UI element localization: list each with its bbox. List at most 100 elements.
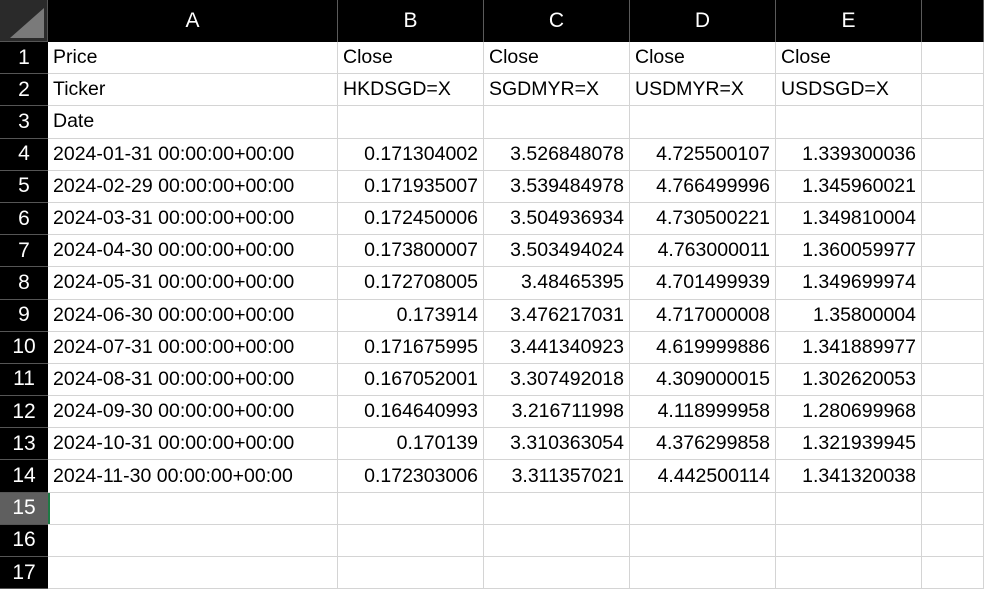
- cell[interactable]: 3.504936934: [484, 202, 630, 236]
- cell[interactable]: Price: [48, 42, 338, 75]
- row-header[interactable]: 14: [0, 460, 48, 493]
- cell[interactable]: 1.280699968: [776, 396, 922, 429]
- row-header[interactable]: 12: [0, 396, 48, 429]
- cell[interactable]: 3.539484978: [484, 170, 630, 203]
- cell[interactable]: [922, 299, 984, 332]
- row-header[interactable]: 7: [0, 235, 48, 268]
- cell[interactable]: 4.118999958: [630, 396, 776, 429]
- cell[interactable]: 1.349810004: [776, 202, 922, 236]
- cell[interactable]: 3.48465395: [484, 267, 630, 300]
- cell[interactable]: 1.321939945: [776, 428, 922, 461]
- cell[interactable]: 2024-02-29 00:00:00+00:00: [48, 170, 338, 203]
- cell[interactable]: 0.171935007: [338, 170, 484, 203]
- cell[interactable]: 0.172708005: [338, 267, 484, 300]
- row-header[interactable]: 10: [0, 331, 48, 364]
- cell[interactable]: 2024-04-30 00:00:00+00:00: [48, 235, 338, 268]
- column-header[interactable]: B: [338, 0, 484, 42]
- row-header[interactable]: 2: [0, 74, 48, 107]
- cell[interactable]: 2024-10-31 00:00:00+00:00: [48, 428, 338, 461]
- cell[interactable]: 3.476217031: [484, 299, 630, 332]
- cell[interactable]: [922, 331, 984, 364]
- cell[interactable]: 3.216711998: [484, 396, 630, 429]
- row-header[interactable]: 6: [0, 202, 48, 236]
- cell[interactable]: 3.307492018: [484, 363, 630, 397]
- cell[interactable]: Close: [630, 42, 776, 75]
- cell[interactable]: 2024-08-31 00:00:00+00:00: [48, 363, 338, 397]
- column-header[interactable]: D: [630, 0, 776, 42]
- column-header[interactable]: E: [776, 0, 922, 42]
- cell[interactable]: USDMYR=X: [630, 74, 776, 107]
- cell[interactable]: [484, 492, 630, 525]
- row-header[interactable]: 8: [0, 267, 48, 300]
- cell[interactable]: [630, 557, 776, 590]
- row-header[interactable]: 4: [0, 138, 48, 171]
- cell[interactable]: 3.311357021: [484, 460, 630, 493]
- cell[interactable]: [922, 74, 984, 107]
- cell[interactable]: [776, 557, 922, 590]
- cell[interactable]: [338, 106, 484, 139]
- row-header[interactable]: 11: [0, 363, 48, 397]
- cell[interactable]: [776, 524, 922, 557]
- cell[interactable]: 0.173914: [338, 299, 484, 332]
- cell[interactable]: [338, 492, 484, 525]
- cell[interactable]: 0.164640993: [338, 396, 484, 429]
- cell[interactable]: 3.441340923: [484, 331, 630, 364]
- row-header[interactable]: 9: [0, 299, 48, 332]
- cell[interactable]: 3.526848078: [484, 138, 630, 171]
- cell[interactable]: [922, 428, 984, 461]
- cell[interactable]: 0.173800007: [338, 235, 484, 268]
- cell[interactable]: 0.170139: [338, 428, 484, 461]
- cell[interactable]: [338, 557, 484, 590]
- row-header[interactable]: 15: [0, 492, 48, 525]
- cell[interactable]: 4.717000008: [630, 299, 776, 332]
- cell[interactable]: 2024-03-31 00:00:00+00:00: [48, 202, 338, 236]
- cell[interactable]: 4.442500114: [630, 460, 776, 493]
- cell[interactable]: [630, 492, 776, 525]
- cell[interactable]: 1.35800004: [776, 299, 922, 332]
- cell[interactable]: [922, 106, 984, 139]
- cell[interactable]: 2024-06-30 00:00:00+00:00: [48, 299, 338, 332]
- column-header[interactable]: C: [484, 0, 630, 42]
- cell[interactable]: 4.766499996: [630, 170, 776, 203]
- cell[interactable]: [922, 235, 984, 268]
- cell[interactable]: 4.725500107: [630, 138, 776, 171]
- cell[interactable]: Close: [338, 42, 484, 75]
- cell[interactable]: 0.171675995: [338, 331, 484, 364]
- cell[interactable]: [922, 524, 984, 557]
- select-all-corner[interactable]: [0, 0, 48, 42]
- cell[interactable]: [922, 202, 984, 236]
- cell[interactable]: 0.167052001: [338, 363, 484, 397]
- cell[interactable]: [922, 170, 984, 203]
- cell[interactable]: 2024-11-30 00:00:00+00:00: [48, 460, 338, 493]
- cell[interactable]: 2024-05-31 00:00:00+00:00: [48, 267, 338, 300]
- cell[interactable]: [484, 557, 630, 590]
- cell[interactable]: Close: [484, 42, 630, 75]
- cell[interactable]: 1.349699974: [776, 267, 922, 300]
- cell[interactable]: [338, 524, 484, 557]
- cell[interactable]: [922, 363, 984, 397]
- cell[interactable]: [922, 138, 984, 171]
- cell[interactable]: 3.503494024: [484, 235, 630, 268]
- cell[interactable]: 1.339300036: [776, 138, 922, 171]
- cell[interactable]: SGDMYR=X: [484, 74, 630, 107]
- cell[interactable]: [48, 492, 338, 525]
- cell[interactable]: 0.172303006: [338, 460, 484, 493]
- cell[interactable]: 1.345960021: [776, 170, 922, 203]
- cell[interactable]: [776, 106, 922, 139]
- cell[interactable]: Date: [48, 106, 338, 139]
- cell[interactable]: Ticker: [48, 74, 338, 107]
- cell[interactable]: 4.376299858: [630, 428, 776, 461]
- cell[interactable]: [484, 524, 630, 557]
- row-header[interactable]: 16: [0, 524, 48, 557]
- row-header[interactable]: 5: [0, 170, 48, 203]
- cell[interactable]: [630, 524, 776, 557]
- cell[interactable]: HKDSGD=X: [338, 74, 484, 107]
- cell[interactable]: [922, 492, 984, 525]
- cell[interactable]: 3.310363054: [484, 428, 630, 461]
- row-header[interactable]: 1: [0, 42, 48, 75]
- cell[interactable]: 4.309000015: [630, 363, 776, 397]
- cell[interactable]: [922, 396, 984, 429]
- cell[interactable]: 1.341889977: [776, 331, 922, 364]
- cell[interactable]: 4.701499939: [630, 267, 776, 300]
- cell[interactable]: 4.619999886: [630, 331, 776, 364]
